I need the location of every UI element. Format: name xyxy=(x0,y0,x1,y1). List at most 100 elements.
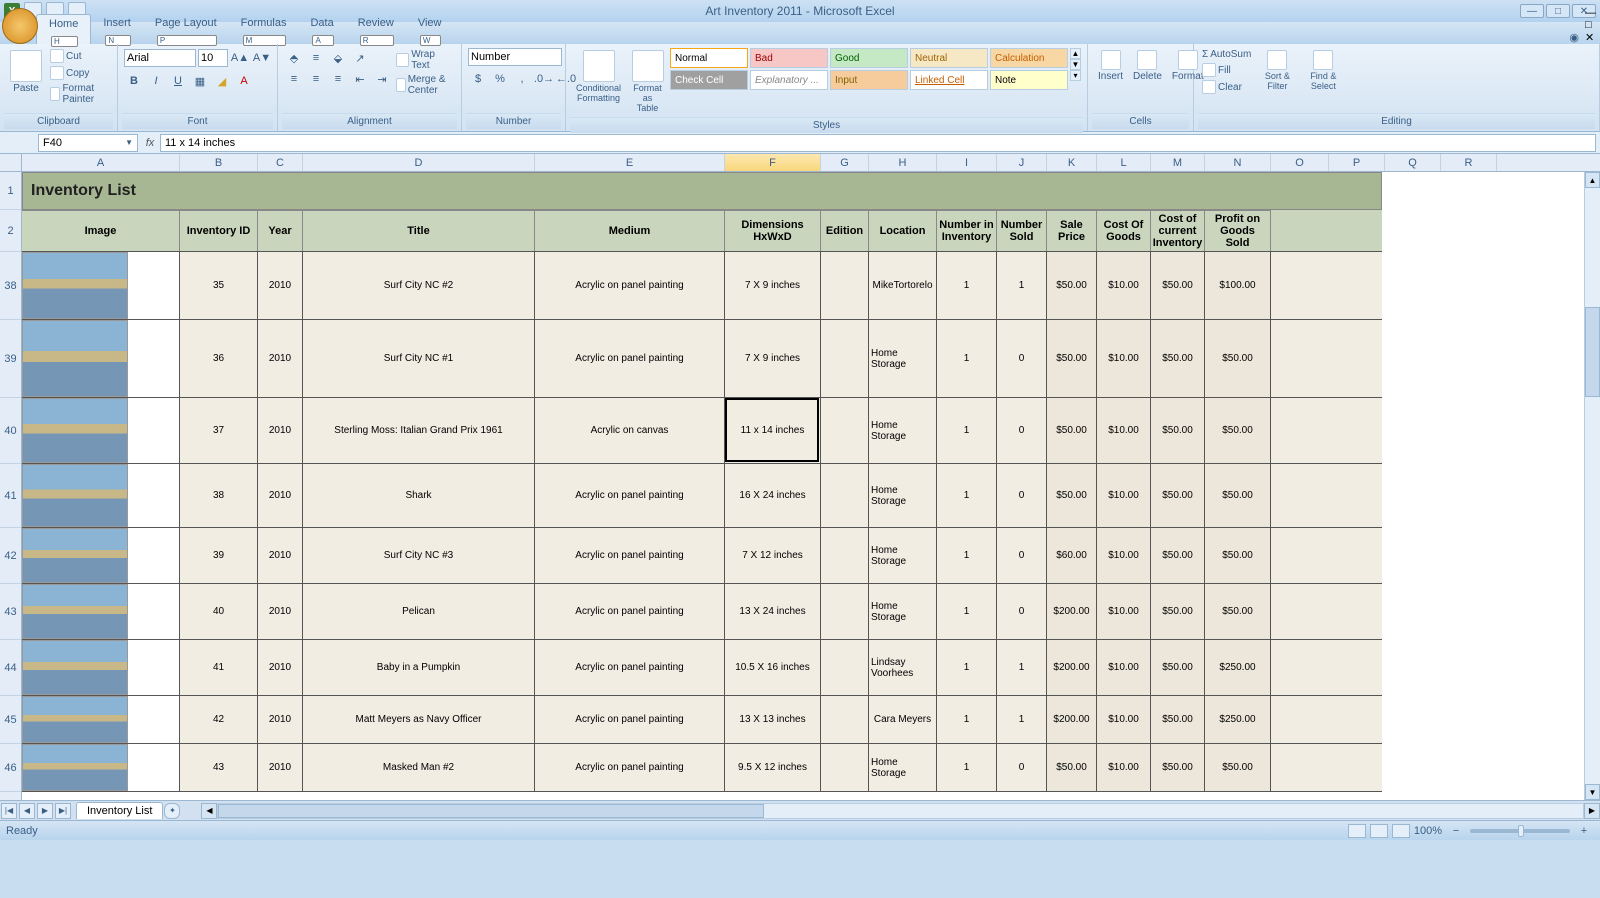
cell[interactable]: 42 xyxy=(180,696,258,743)
cell[interactable]: 1 xyxy=(937,696,997,743)
table-row[interactable]: 352010Surf City NC #2Acrylic on panel pa… xyxy=(22,252,1382,320)
spreadsheet-grid[interactable]: 12383940414243444546 ABCDEFGHIJKLMNOPQR … xyxy=(0,154,1600,800)
cell[interactable]: $10.00 xyxy=(1097,696,1151,743)
cell[interactable]: 1 xyxy=(937,320,997,397)
cell[interactable]: 1 xyxy=(937,640,997,695)
cell[interactable]: $10.00 xyxy=(1097,744,1151,791)
cell[interactable] xyxy=(821,528,869,583)
cell[interactable]: $10.00 xyxy=(1097,640,1151,695)
page-break-view-button[interactable] xyxy=(1392,824,1410,838)
shrink-font-button[interactable]: A▼ xyxy=(252,48,272,68)
cell[interactable]: 41 xyxy=(180,640,258,695)
cell[interactable] xyxy=(22,584,180,639)
cell[interactable]: $10.00 xyxy=(1097,252,1151,319)
increase-decimal-button[interactable]: .0→ xyxy=(534,69,554,89)
row-header-46[interactable]: 46 xyxy=(0,744,21,792)
table-row[interactable]: 422010Matt Meyers as Navy OfficerAcrylic… xyxy=(22,696,1382,744)
cell[interactable]: $10.00 xyxy=(1097,398,1151,463)
cell[interactable]: Pelican xyxy=(303,584,535,639)
cell[interactable]: $50.00 xyxy=(1151,584,1205,639)
style-note[interactable]: Note xyxy=(990,70,1068,90)
cell[interactable]: 13 X 24 inches xyxy=(725,584,821,639)
paste-button[interactable]: Paste xyxy=(6,48,46,96)
column-header-B[interactable]: B xyxy=(180,154,258,171)
row-headers[interactable]: 12383940414243444546 xyxy=(0,154,22,800)
cell[interactable]: Acrylic on canvas xyxy=(535,398,725,463)
merge-center-button[interactable]: Merge & Center xyxy=(394,73,455,97)
zoom-slider[interactable] xyxy=(1470,829,1570,833)
cell[interactable]: 1 xyxy=(937,528,997,583)
cell[interactable]: $100.00 xyxy=(1205,252,1271,319)
cell[interactable]: $50.00 xyxy=(1047,252,1097,319)
workbook-close-button[interactable]: ✕ xyxy=(1585,31,1596,44)
cell[interactable]: $250.00 xyxy=(1205,640,1271,695)
fill-color-button[interactable]: ◢ xyxy=(212,71,232,91)
column-header-C[interactable]: C xyxy=(258,154,303,171)
row-header-44[interactable]: 44 xyxy=(0,640,21,696)
style-explanatory-[interactable]: Explanatory ... xyxy=(750,70,828,90)
cell[interactable]: 43 xyxy=(180,744,258,791)
column-header-D[interactable]: D xyxy=(303,154,535,171)
align-top-button[interactable]: ⬘ xyxy=(284,48,304,68)
font-name-combo[interactable] xyxy=(124,49,196,67)
column-header-I[interactable]: I xyxy=(937,154,997,171)
cell[interactable]: Masked Man #2 xyxy=(303,744,535,791)
formula-input[interactable] xyxy=(160,134,1596,152)
cell[interactable]: 7 X 9 inches xyxy=(725,252,821,319)
cell[interactable]: Cara Meyers xyxy=(869,696,937,743)
cell[interactable] xyxy=(22,464,180,527)
cell[interactable]: $50.00 xyxy=(1205,320,1271,397)
column-header-R[interactable]: R xyxy=(1441,154,1497,171)
horizontal-scrollbar[interactable]: ◀▶ xyxy=(201,803,1600,819)
cell[interactable] xyxy=(22,398,180,463)
number-format-combo[interactable] xyxy=(468,48,562,66)
decrease-indent-button[interactable]: ⇤ xyxy=(350,69,370,89)
cell[interactable] xyxy=(22,640,180,695)
row-header-38[interactable]: 38 xyxy=(0,252,21,320)
cell[interactable]: Home Storage xyxy=(869,528,937,583)
column-header-G[interactable]: G xyxy=(821,154,869,171)
cell[interactable] xyxy=(821,320,869,397)
cell[interactable]: Acrylic on panel painting xyxy=(535,744,725,791)
new-sheet-button[interactable]: ✦ xyxy=(164,803,180,819)
cell[interactable]: $10.00 xyxy=(1097,528,1151,583)
cell[interactable]: Shark xyxy=(303,464,535,527)
cell[interactable]: 35 xyxy=(180,252,258,319)
column-header-A[interactable]: A xyxy=(22,154,180,171)
cell[interactable]: 7 X 9 inches xyxy=(725,320,821,397)
orientation-button[interactable]: ↗ xyxy=(350,48,370,68)
percent-button[interactable]: % xyxy=(490,69,510,89)
style-normal[interactable]: Normal xyxy=(670,48,748,68)
style-calculation[interactable]: Calculation xyxy=(990,48,1068,68)
cell[interactable]: MikeTortorelo xyxy=(869,252,937,319)
copy-button[interactable]: Copy xyxy=(48,65,111,81)
cell[interactable]: $50.00 xyxy=(1047,398,1097,463)
cell[interactable]: Acrylic on panel painting xyxy=(535,696,725,743)
cell[interactable]: 37 xyxy=(180,398,258,463)
cell[interactable]: $250.00 xyxy=(1205,696,1271,743)
wrap-text-button[interactable]: Wrap Text xyxy=(394,48,455,72)
table-row[interactable]: 392010Surf City NC #3Acrylic on panel pa… xyxy=(22,528,1382,584)
last-sheet-button[interactable]: ▶| xyxy=(55,803,71,819)
cell[interactable] xyxy=(821,640,869,695)
cell[interactable]: Surf City NC #3 xyxy=(303,528,535,583)
cell[interactable]: $50.00 xyxy=(1205,584,1271,639)
cell[interactable]: 0 xyxy=(997,320,1047,397)
insert-cells-button[interactable]: Insert xyxy=(1094,48,1127,84)
cell[interactable] xyxy=(22,252,180,319)
cell[interactable]: Acrylic on panel painting xyxy=(535,584,725,639)
cell[interactable]: Acrylic on panel painting xyxy=(535,528,725,583)
help-icon[interactable]: ◉ xyxy=(1569,31,1579,44)
cell[interactable]: 2010 xyxy=(258,584,303,639)
tab-home[interactable]: HomeH xyxy=(36,14,91,44)
cell[interactable]: $60.00 xyxy=(1047,528,1097,583)
cell[interactable]: 38 xyxy=(180,464,258,527)
column-header-O[interactable]: O xyxy=(1271,154,1329,171)
cell[interactable]: Home Storage xyxy=(869,744,937,791)
cell[interactable] xyxy=(22,696,180,743)
tab-view[interactable]: ViewW xyxy=(406,14,454,44)
cell[interactable]: 0 xyxy=(997,584,1047,639)
column-header-K[interactable]: K xyxy=(1047,154,1097,171)
comma-button[interactable]: , xyxy=(512,69,532,89)
cell[interactable]: 10.5 X 16 inches xyxy=(725,640,821,695)
